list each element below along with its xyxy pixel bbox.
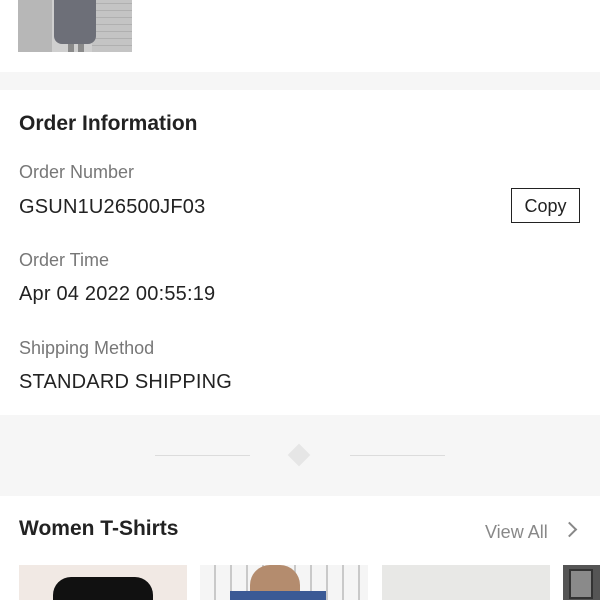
thumbnail-background [18, 0, 52, 52]
shipping-method-label: Shipping Method [19, 338, 155, 358]
recommendations-title: Women T-Shirts [19, 517, 179, 540]
product-card [0, 0, 600, 72]
order-time-value: Apr 04 2022 00:55:19 [19, 283, 216, 305]
order-number-value: GSUN1U26500JF03 [19, 196, 206, 218]
product-tile[interactable] [563, 565, 600, 600]
product-tile[interactable] [19, 565, 187, 600]
product-image-blue-top [230, 591, 326, 600]
view-all-link[interactable]: View All [485, 522, 548, 543]
copy-button[interactable]: Copy [511, 188, 580, 223]
divider-line-right [350, 455, 445, 456]
order-number-label: Order Number [19, 162, 135, 182]
product-image-window [569, 569, 593, 599]
divider-line-left [155, 455, 250, 456]
product-image-black-tshirt [53, 577, 153, 600]
thumbnail-brick-wall [92, 0, 132, 52]
thumbnail-dress [54, 0, 96, 44]
order-time-label: Order Time [19, 250, 110, 270]
diamond-icon [287, 443, 311, 467]
order-information-title: Order Information [19, 112, 198, 135]
product-tile[interactable] [382, 565, 550, 600]
shipping-method-value: STANDARD SHIPPING [19, 371, 233, 393]
product-thumbnail[interactable] [18, 0, 132, 52]
thumbnail-legs [68, 44, 74, 52]
product-tile[interactable] [200, 565, 368, 600]
